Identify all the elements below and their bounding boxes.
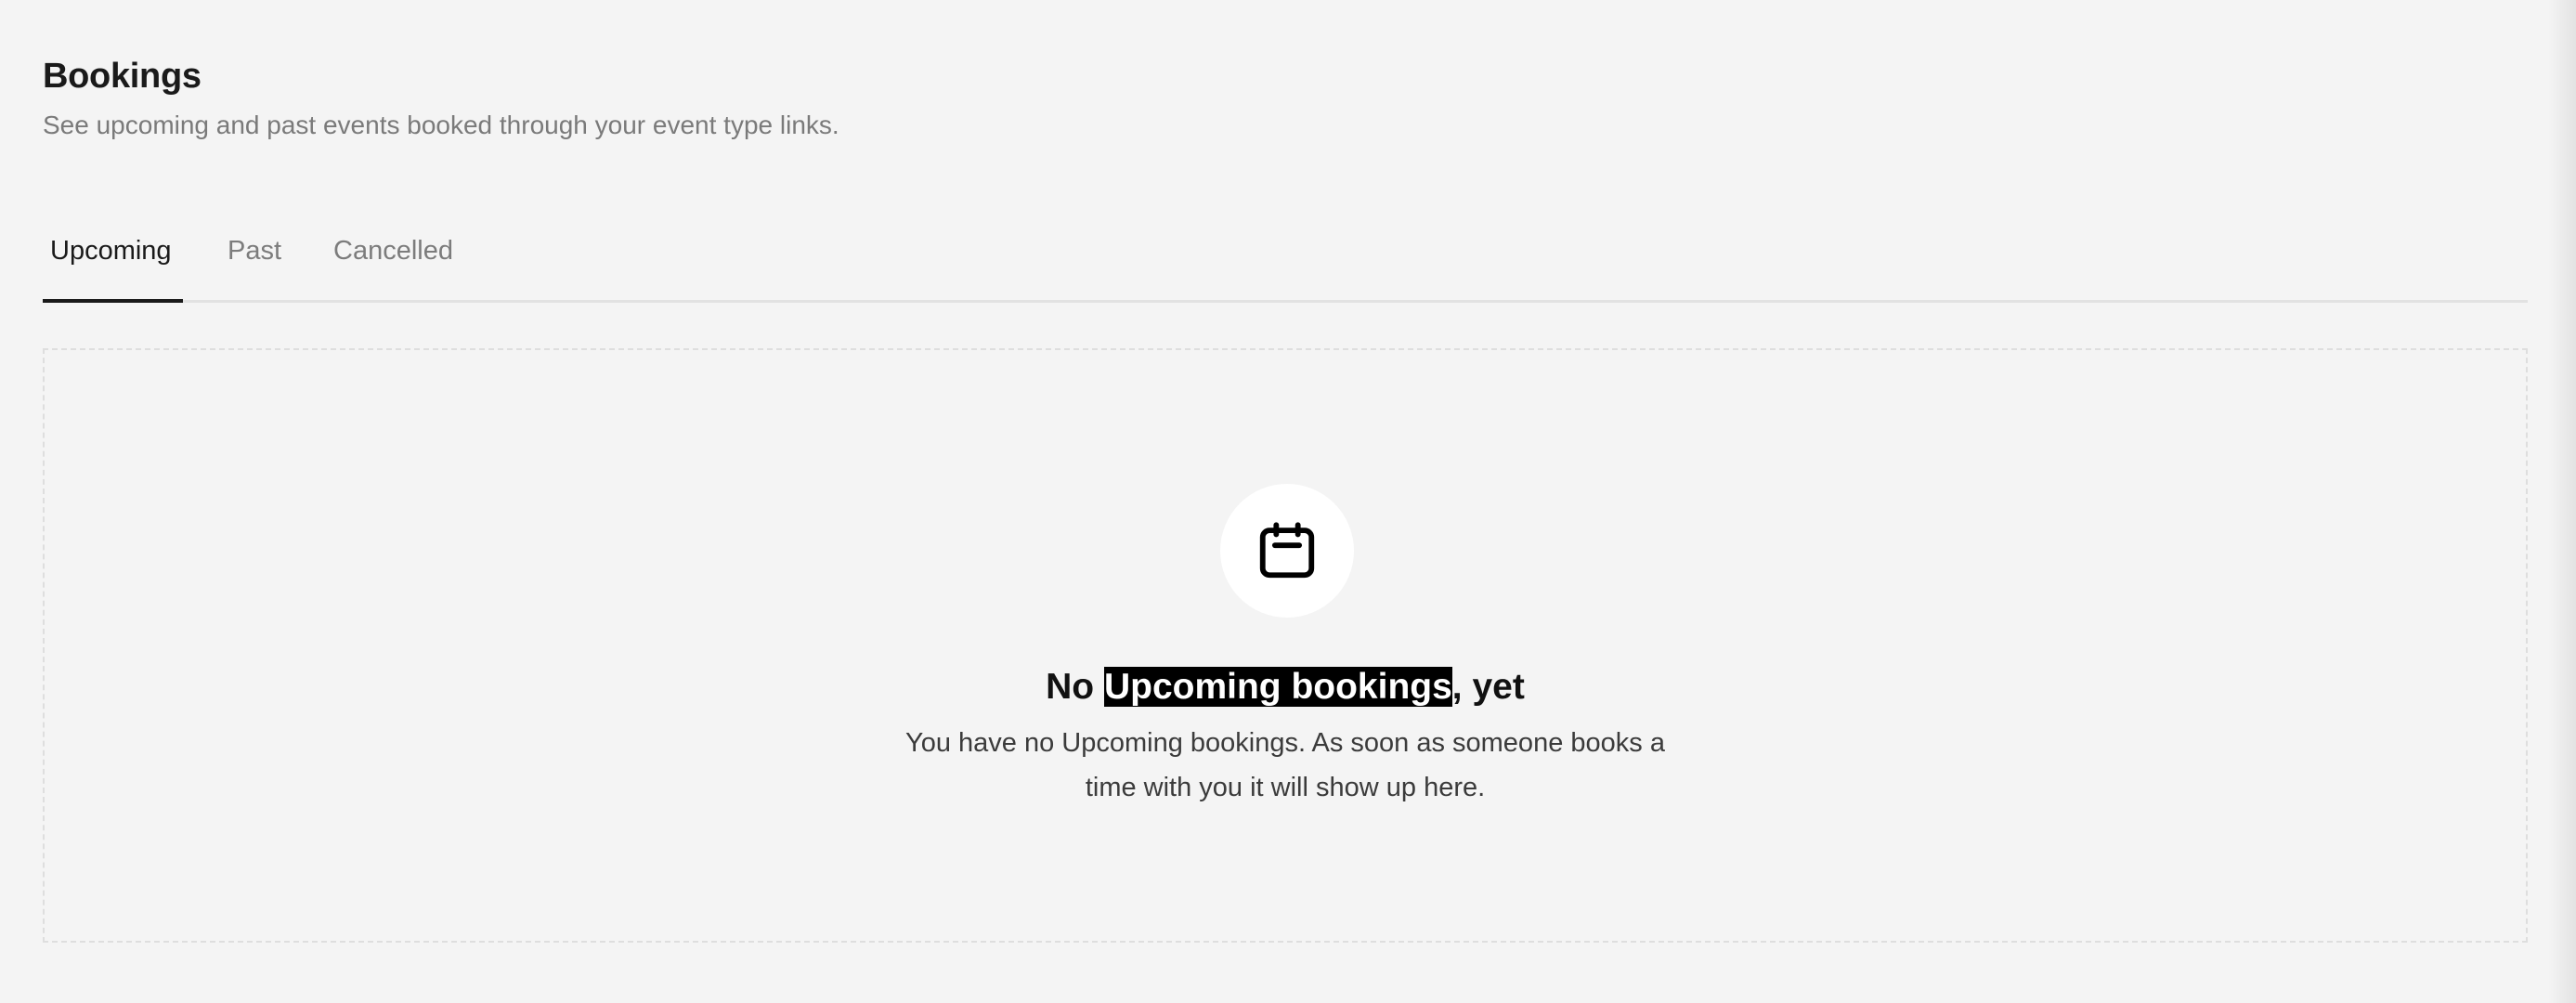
empty-state-title: No Upcoming bookings, yet <box>45 661 2526 713</box>
empty-title-prefix: No <box>1046 667 1104 707</box>
empty-state: No Upcoming bookings, yet You have no Up… <box>43 348 2528 943</box>
empty-state-description: You have no Upcoming bookings. As soon a… <box>905 728 1665 802</box>
bookings-page: Bookings See upcoming and past events bo… <box>43 0 2528 1003</box>
tab-cancelled[interactable]: Cancelled <box>333 232 453 269</box>
empty-state-icon-circle <box>1220 484 1354 618</box>
calendar-icon <box>1259 522 1315 579</box>
tab-upcoming[interactable]: Upcoming <box>50 232 172 269</box>
active-tab-indicator <box>43 299 183 303</box>
tab-past[interactable]: Past <box>228 232 281 269</box>
page-subtitle: See upcoming and past events booked thro… <box>43 111 839 139</box>
right-edge-shadow <box>2548 0 2576 1003</box>
page-title: Bookings <box>43 57 202 96</box>
booking-tabs: Upcoming Past Cancelled <box>43 212 2528 303</box>
empty-title-highlight: Upcoming bookings <box>1103 667 1452 707</box>
empty-title-suffix: , yet <box>1451 667 1525 707</box>
